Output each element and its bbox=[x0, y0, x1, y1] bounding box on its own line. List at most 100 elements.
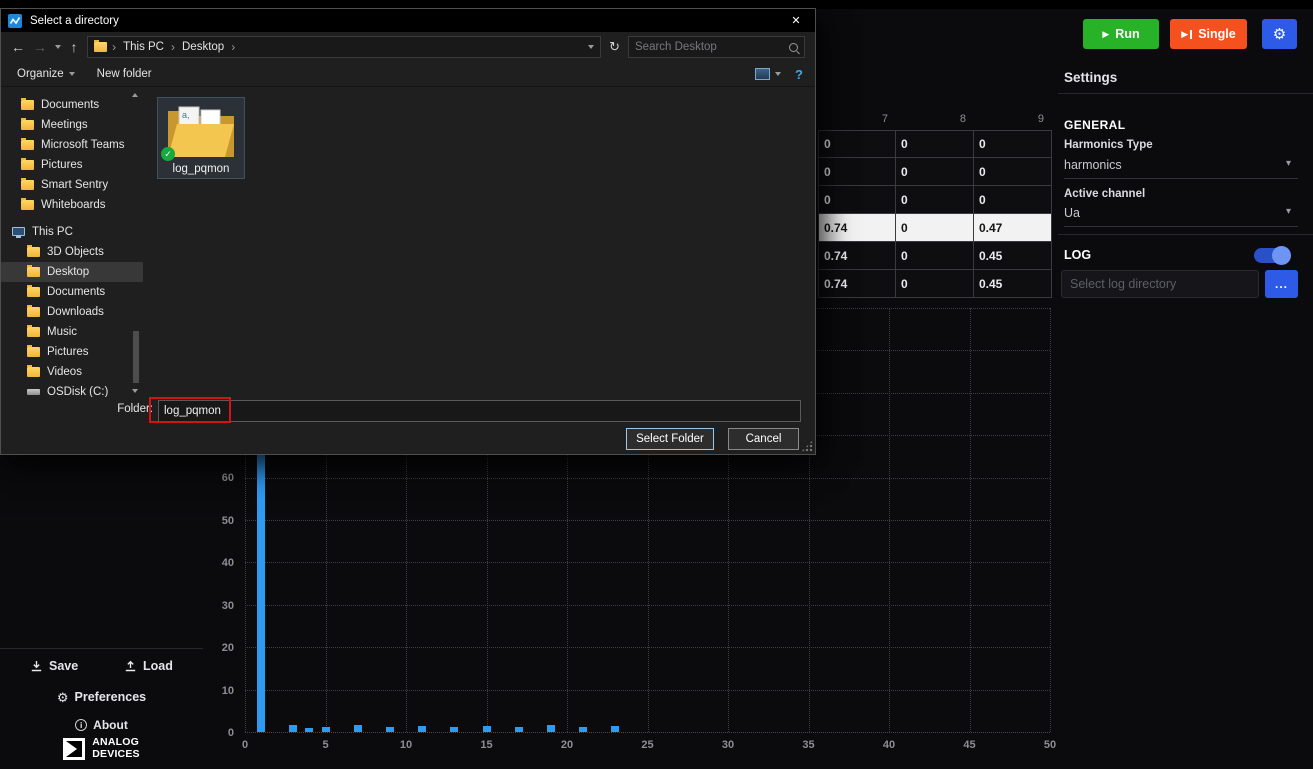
sidebar-item-meetings[interactable]: Meetings bbox=[1, 115, 143, 135]
address-box[interactable]: ›This PC›Desktop› bbox=[87, 36, 601, 58]
cancel-button[interactable]: Cancel bbox=[728, 428, 799, 450]
chevron-down-icon[interactable]: ▾ bbox=[1286, 158, 1291, 169]
preferences-button[interactable]: ⚙ Preferences bbox=[0, 690, 203, 704]
sidebar-item-label: OSDisk (C:) bbox=[47, 386, 108, 397]
sidebar-item-label: Microsoft Teams bbox=[41, 139, 125, 151]
scroll-down-icon[interactable] bbox=[132, 389, 138, 393]
search-input[interactable] bbox=[635, 41, 789, 53]
harmonic-bar bbox=[611, 726, 619, 732]
file-item-log-pqmon[interactable]: a,✓log_pqmon bbox=[157, 97, 245, 179]
sidebar-item-microsoft-teams[interactable]: Microsoft Teams bbox=[1, 135, 143, 155]
settings-divider bbox=[1058, 93, 1313, 94]
sidebar-item-documents[interactable]: Documents bbox=[1, 95, 143, 115]
load-icon bbox=[124, 660, 137, 673]
sidebar-item-documents[interactable]: Documents bbox=[1, 282, 143, 302]
sidebar-item-music[interactable]: Music bbox=[1, 322, 143, 342]
about-button-label: About bbox=[93, 718, 128, 732]
search-box[interactable] bbox=[628, 36, 805, 58]
scroll-up-icon[interactable] bbox=[132, 93, 138, 97]
view-mode-button[interactable] bbox=[755, 68, 781, 80]
organize-menu[interactable]: Organize bbox=[17, 68, 75, 80]
select-folder-button[interactable]: Select Folder bbox=[626, 428, 714, 450]
sidebar-item-osdisk-c[interactable]: OSDisk (C:) bbox=[1, 382, 143, 397]
table-cell: 0 bbox=[896, 158, 974, 186]
new-folder-button[interactable]: New folder bbox=[97, 68, 152, 80]
sidebar-item-label: Pictures bbox=[47, 346, 89, 358]
save-button[interactable]: Save bbox=[30, 659, 78, 673]
load-button[interactable]: Load bbox=[124, 659, 173, 673]
app-icon bbox=[8, 14, 22, 28]
harmonic-bar bbox=[547, 725, 555, 732]
chevron-down-icon bbox=[775, 72, 781, 76]
dialog-navigation-pane: DocumentsMeetingsMicrosoft TeamsPictures… bbox=[1, 87, 143, 397]
play-icon: ▶ bbox=[1102, 30, 1109, 39]
dialog-file-area[interactable]: a,✓log_pqmon bbox=[143, 87, 815, 397]
about-button[interactable]: i About bbox=[0, 718, 203, 732]
sidebar-item-label: Music bbox=[47, 326, 77, 338]
sidebar-item-label: This PC bbox=[32, 226, 73, 238]
sidebar-item-whiteboards[interactable]: Whiteboards bbox=[1, 195, 143, 215]
table-cell: 0 bbox=[896, 186, 974, 214]
gear-icon: ⚙ bbox=[57, 691, 69, 704]
y-tick-label: 20 bbox=[222, 642, 234, 654]
sidebar-item-videos[interactable]: Videos bbox=[1, 362, 143, 382]
forward-icon[interactable]: → bbox=[33, 39, 47, 55]
log-directory-input[interactable] bbox=[1061, 270, 1259, 298]
sidebar-item-3d-objects[interactable]: 3D Objects bbox=[1, 242, 143, 262]
address-dropdown-icon[interactable] bbox=[588, 45, 594, 49]
sidebar-item-pictures[interactable]: Pictures bbox=[1, 155, 143, 175]
sidebar-item-desktop[interactable]: Desktop bbox=[1, 262, 143, 282]
svg-text:a,: a, bbox=[182, 110, 190, 120]
sidebar-item-label: Pictures bbox=[41, 159, 83, 171]
table-cell: 0 bbox=[896, 214, 974, 242]
resize-grip[interactable] bbox=[801, 440, 813, 452]
table-cell: 0.45 bbox=[974, 242, 1052, 270]
breadcrumb-item-this-pc[interactable]: This PC bbox=[121, 41, 166, 53]
single-button[interactable]: ▶ Single bbox=[1170, 19, 1247, 49]
gridline-horizontal bbox=[245, 690, 1050, 691]
refresh-icon[interactable]: ↻ bbox=[609, 39, 620, 55]
dialog-titlebar[interactable]: Select a directory ✕ bbox=[1, 9, 815, 32]
gridline-horizontal bbox=[245, 647, 1050, 648]
settings-gear-button[interactable]: ⚙ bbox=[1262, 19, 1297, 49]
breadcrumb-item-desktop[interactable]: Desktop bbox=[180, 41, 226, 53]
harmonic-bar bbox=[450, 727, 458, 732]
harmonics-table: 7890000000000.7400.470.7400.450.7400.45 bbox=[818, 110, 1052, 298]
chart-x-axis: 05101520253035404550 bbox=[245, 739, 1050, 753]
x-tick-label: 45 bbox=[963, 739, 975, 751]
dialog-command-bar: Organize New folder ? bbox=[1, 62, 815, 87]
table-cell: 0.74 bbox=[818, 242, 896, 270]
folder-icon bbox=[21, 140, 34, 150]
scrollbar-thumb[interactable] bbox=[133, 331, 139, 383]
nav-scrollbar[interactable] bbox=[132, 93, 140, 393]
close-icon[interactable]: ✕ bbox=[777, 9, 815, 32]
harmonics-type-value[interactable]: harmonics bbox=[1064, 158, 1122, 172]
harmonic-bar bbox=[579, 727, 587, 732]
sidebar-item-smart-sentry[interactable]: Smart Sentry bbox=[1, 175, 143, 195]
history-chevron-icon[interactable] bbox=[55, 45, 61, 49]
dialog-address-bar: ← → ↑ ›This PC›Desktop› ↻ bbox=[1, 32, 815, 62]
sidebar-item-pictures[interactable]: Pictures bbox=[1, 342, 143, 362]
x-tick-label: 40 bbox=[883, 739, 895, 751]
up-icon[interactable]: ↑ bbox=[69, 39, 79, 55]
harmonic-bar bbox=[515, 727, 523, 732]
table-column-header: 8 bbox=[896, 110, 974, 130]
active-channel-value[interactable]: Ua bbox=[1064, 206, 1080, 220]
folder-icon bbox=[21, 180, 34, 190]
log-toggle[interactable] bbox=[1254, 248, 1290, 263]
log-browse-button[interactable]: ... bbox=[1265, 270, 1298, 298]
sidebar-item-this-pc[interactable]: This PC bbox=[1, 222, 143, 242]
folder-icon bbox=[27, 247, 40, 257]
preferences-button-label: Preferences bbox=[75, 690, 147, 704]
x-tick-label: 10 bbox=[400, 739, 412, 751]
back-icon[interactable]: ← bbox=[11, 39, 25, 55]
info-icon: i bbox=[75, 719, 87, 731]
dialog-body: DocumentsMeetingsMicrosoft TeamsPictures… bbox=[1, 87, 815, 397]
run-button[interactable]: ▶ Run bbox=[1083, 19, 1159, 49]
sidebar-item-downloads[interactable]: Downloads bbox=[1, 302, 143, 322]
chevron-down-icon[interactable]: ▾ bbox=[1286, 206, 1291, 217]
folder-name-input[interactable] bbox=[158, 400, 801, 422]
help-icon[interactable]: ? bbox=[795, 67, 803, 82]
footer-divider bbox=[0, 648, 203, 649]
y-tick-label: 10 bbox=[222, 685, 234, 697]
